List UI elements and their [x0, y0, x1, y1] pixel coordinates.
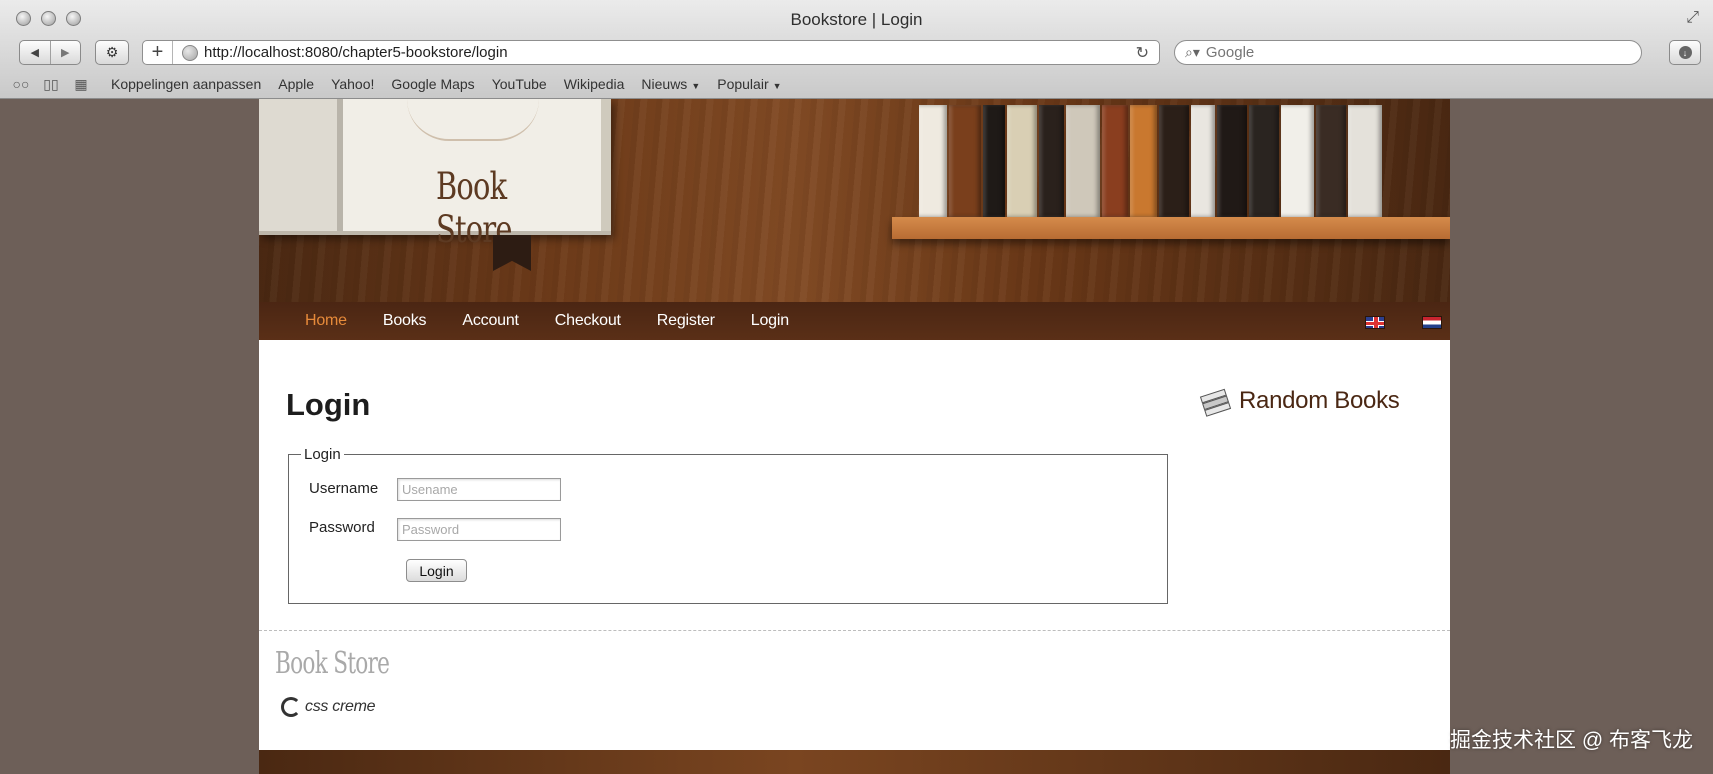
nav-login[interactable]: Login [751, 312, 789, 330]
reading-list-icon[interactable]: ○○ [8, 76, 34, 92]
main-nav: Home Books Account Checkout Register Log… [259, 302, 1450, 340]
book-spine [949, 105, 981, 217]
download-button[interactable]: ↓ [1669, 40, 1701, 65]
watermark: 掘金技术社区 @ 布客飞龙 [1450, 729, 1693, 752]
window-title: Bookstore | Login [790, 10, 923, 29]
nav-home[interactable]: Home [305, 312, 347, 330]
add-tab-icon[interactable]: + [143, 41, 173, 64]
search-input[interactable] [1205, 44, 1606, 61]
address-bar[interactable]: + http://localhost:8080/chapter5-booksto… [142, 40, 1160, 65]
book-spine [1249, 105, 1279, 217]
bookmark-link[interactable]: Google Maps [391, 76, 474, 92]
footer-wood-strip [259, 750, 1450, 774]
share-icon: ⚙ [105, 44, 119, 60]
url-text[interactable]: http://localhost:8080/chapter5-bookstore… [204, 44, 1136, 61]
fieldset-legend: Login [301, 446, 344, 463]
book-spine [1281, 105, 1314, 217]
nav-books[interactable]: Books [383, 312, 427, 330]
bookmarks-bar: ○○ ▯▯ ▦ Koppelingen aanpassen Apple Yaho… [0, 71, 1713, 97]
bookshelf [892, 217, 1450, 239]
credit-text: css creme [305, 698, 376, 715]
book-spine [1007, 105, 1037, 217]
book-spine [983, 105, 1005, 217]
footer-logo: Book Store [275, 646, 390, 681]
header-book-image: Book Store [259, 99, 611, 251]
books-icon [1199, 386, 1232, 417]
book-spine [1130, 105, 1157, 217]
reload-icon[interactable]: ↻ [1136, 43, 1149, 63]
nl-flag-icon[interactable] [1422, 316, 1442, 329]
chevron-down-icon: ▼ [772, 81, 782, 91]
bookshelf-spines [919, 99, 1450, 217]
nav-checkout[interactable]: Checkout [555, 312, 621, 330]
random-books-title: Random Books [1239, 387, 1400, 414]
forward-icon[interactable]: ▶ [51, 41, 81, 64]
login-fieldset: Login Username Password Login [288, 446, 1168, 604]
book-spine [1102, 105, 1128, 217]
globe-icon [182, 44, 198, 61]
book-spine [1039, 105, 1064, 217]
share-button[interactable]: ⚙ [95, 40, 129, 65]
search-field[interactable]: ⌕▾ [1174, 40, 1642, 65]
bookmark-label: Nieuws [641, 76, 688, 92]
ornament-icon [407, 99, 539, 141]
book-spine [919, 105, 947, 217]
book-spine [1066, 105, 1100, 217]
top-sites-icon[interactable]: ▦ [68, 76, 94, 93]
book-spine [1191, 105, 1215, 217]
download-icon: ↓ [1678, 46, 1692, 59]
bookmark-folder-nieuws[interactable]: Nieuws ▼ [641, 76, 700, 92]
bookmark-folder-populair[interactable]: Populair ▼ [717, 76, 781, 92]
bookmark-link[interactable]: Yahoo! [331, 76, 374, 92]
book-spine [1217, 105, 1247, 217]
password-input[interactable] [397, 518, 561, 541]
book-spine [1159, 105, 1189, 217]
password-label: Password [309, 519, 375, 536]
fullscreen-icon[interactable]: ⤢ [1686, 9, 1699, 27]
username-label: Username [309, 480, 379, 497]
random-books-heading: Random Books [1199, 386, 1400, 417]
bookmarks-icon[interactable]: ▯▯ [38, 76, 64, 93]
book-spine [1316, 105, 1346, 217]
css-creme-logo-icon [281, 697, 301, 717]
browser-toolbar: ◀ ▶ ⚙ + http://localhost:8080/chapter5-b… [0, 38, 1713, 70]
back-forward-buttons: ◀ ▶ [19, 40, 81, 65]
browser-chrome: Bookstore | Login ⤢ ◀ ▶ ⚙ + http://local… [0, 0, 1713, 99]
back-icon[interactable]: ◀ [20, 41, 51, 64]
bookmark-link[interactable]: YouTube [492, 76, 547, 92]
bookstore-page: Book Store Home Books Account Checkout R… [259, 99, 1450, 774]
bookmark-link[interactable]: Apple [278, 76, 314, 92]
page-title: Login [286, 387, 371, 422]
main-content: Login Login Username Password Login Rand… [259, 340, 1450, 630]
site-header: Book Store [259, 99, 1450, 302]
css-creme-credit[interactable]: css creme [281, 697, 376, 717]
chevron-down-icon: ▼ [691, 81, 701, 91]
bookmark-label: Populair [717, 76, 769, 92]
uk-flag-icon[interactable] [1365, 316, 1385, 329]
ribbon-icon [493, 235, 531, 271]
login-button[interactable]: Login [406, 559, 467, 582]
nav-account[interactable]: Account [462, 312, 519, 330]
book-spine [1348, 105, 1382, 217]
bookmark-link[interactable]: Wikipedia [564, 76, 625, 92]
username-input[interactable] [397, 478, 561, 501]
bookmark-link[interactable]: Koppelingen aanpassen [111, 76, 261, 92]
site-footer: Book Store css creme [259, 630, 1450, 750]
search-icon: ⌕▾ [1185, 44, 1200, 60]
nav-register[interactable]: Register [657, 312, 715, 330]
title-bar: Bookstore | Login ⤢ [0, 0, 1713, 38]
